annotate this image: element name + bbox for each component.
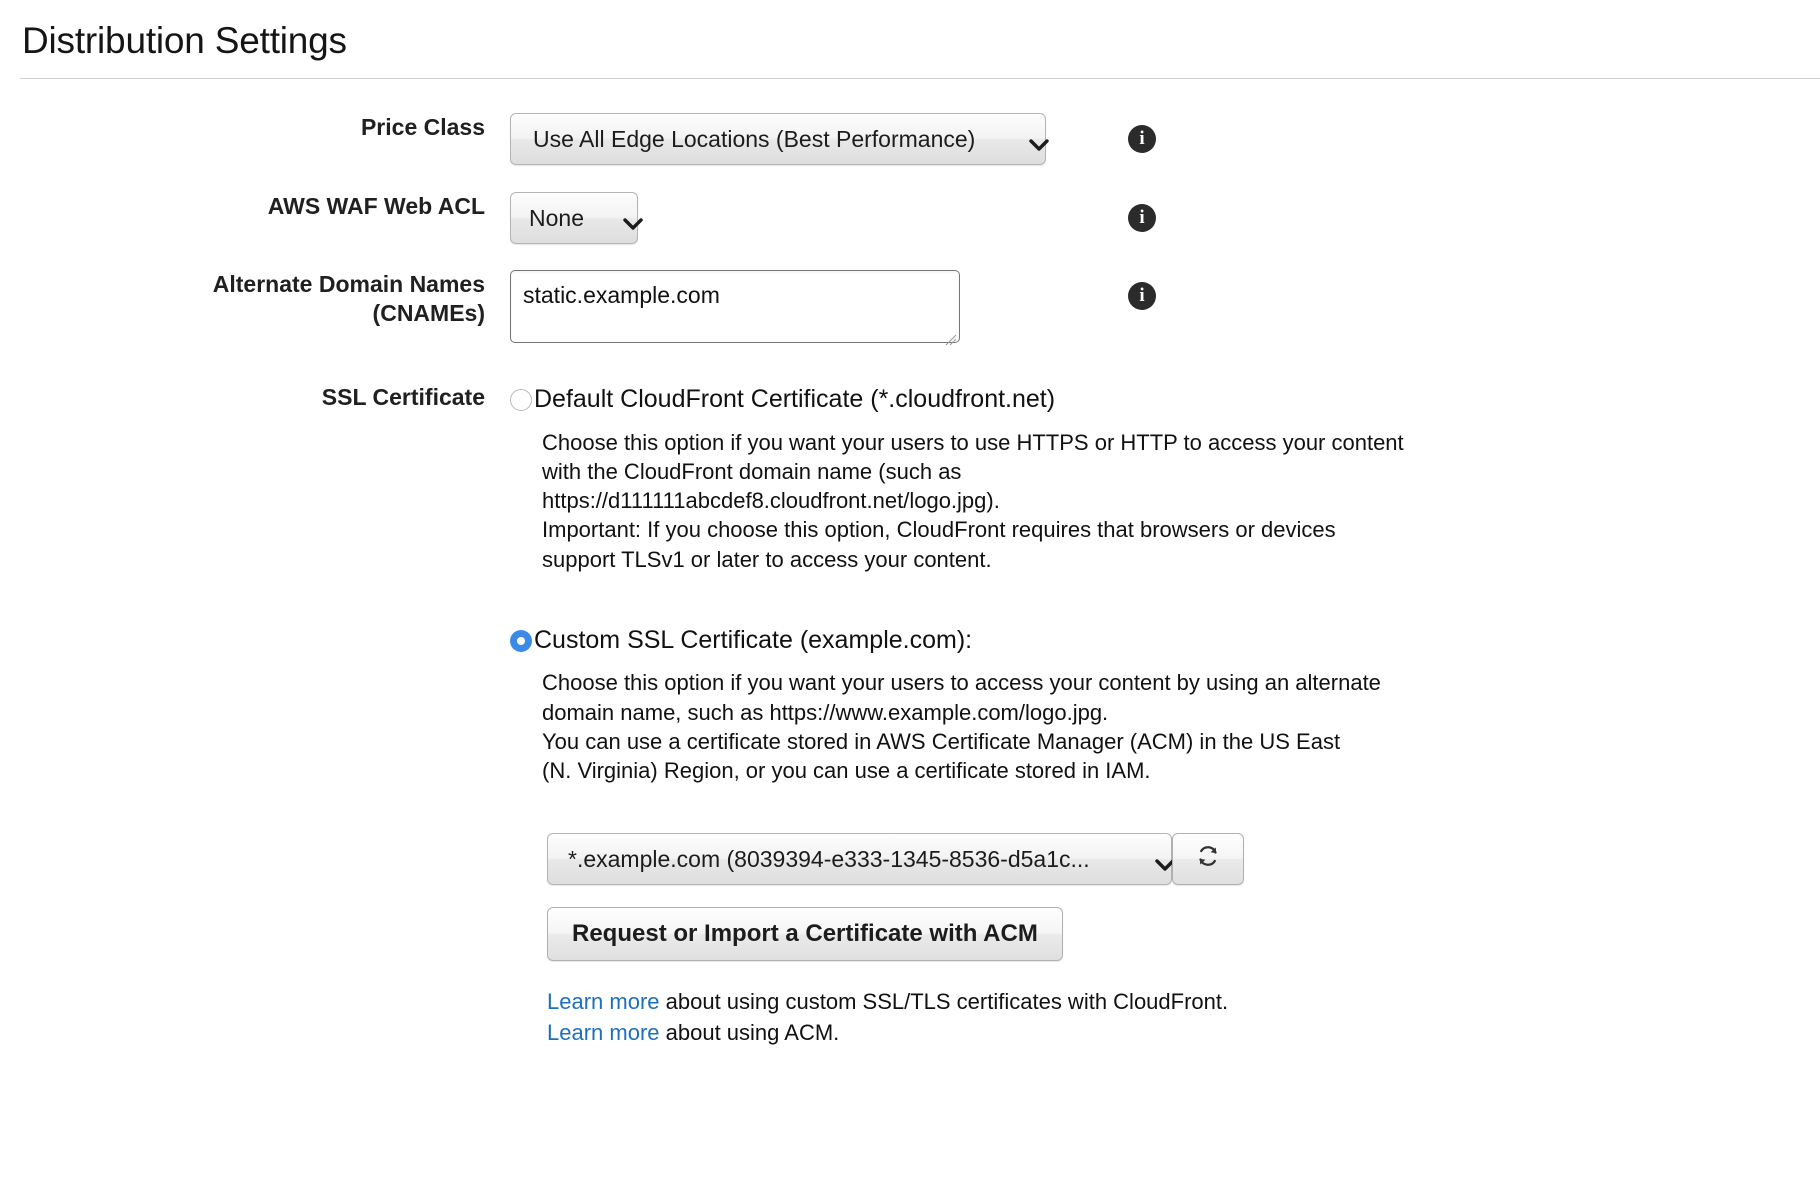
cnames-label-line2: (CNAMEs) xyxy=(372,300,485,327)
learn-more-line: Learn more about using ACM. xyxy=(547,1018,1820,1049)
default-certificate-radio[interactable] xyxy=(510,389,532,411)
waf-web-acl-select[interactable]: None xyxy=(510,192,643,244)
cnames-label: Alternate Domain Names (CNAMEs) xyxy=(0,270,510,329)
cnames-textarea[interactable] xyxy=(510,270,960,343)
price-class-label: Price Class xyxy=(360,114,485,140)
info-glyph: i xyxy=(1139,285,1145,306)
description-line: https://d111111abcdef8.cloudfront.net/lo… xyxy=(542,488,1000,513)
certificate-select-value: *.example.com (8039394-e333-1345-8536-d5… xyxy=(568,845,1090,872)
certificate-select[interactable]: *.example.com (8039394-e333-1345-8536-d5… xyxy=(547,833,1175,886)
default-certificate-option[interactable]: Default CloudFront Certificate (*.cloudf… xyxy=(510,383,1820,416)
learn-more-text-ssl: about using custom SSL/TLS certificates … xyxy=(659,989,1229,1015)
refresh-certificates-button[interactable] xyxy=(1172,833,1244,886)
cnames-label-line1: Alternate Domain Names xyxy=(212,271,485,297)
learn-more-link-acm[interactable]: Learn more xyxy=(547,1020,660,1045)
waf-web-acl-label: AWS WAF Web ACL xyxy=(267,193,485,219)
waf-web-acl-row: AWS WAF Web ACL None i xyxy=(0,192,1820,244)
page-title: Distribution Settings xyxy=(22,20,347,61)
cnames-textarea-wrap xyxy=(510,270,960,348)
price-class-select-value: Use All Edge Locations (Best Performance… xyxy=(533,125,976,152)
cnames-field: i xyxy=(510,270,1820,348)
learn-more-links: Learn more about using custom SSL/TLS ce… xyxy=(547,987,1820,1049)
custom-certificate-description: Choose this option if you want your user… xyxy=(542,668,1582,785)
learn-more-link-ssl[interactable]: Learn more xyxy=(547,989,660,1014)
price-class-info-icon[interactable]: i xyxy=(1128,125,1156,153)
description-line: You can use a certificate stored in AWS … xyxy=(542,728,1341,754)
request-import-certificate-button[interactable]: Request or Import a Certificate with ACM xyxy=(547,907,1063,962)
info-glyph: i xyxy=(1139,207,1145,228)
custom-certificate-label: Custom SSL Certificate (example.com): xyxy=(534,625,973,654)
learn-more-text-acm: about using ACM. xyxy=(659,1020,840,1046)
ssl-certificate-label: SSL Certificate xyxy=(321,384,485,410)
ssl-certificate-field: Default CloudFront Certificate (*.cloudf… xyxy=(510,383,1820,1049)
settings-form: Price Class Use All Edge Locations (Best… xyxy=(0,79,1820,1049)
description-line: Choose this option if you want your user… xyxy=(542,670,1381,696)
description-line: with the CloudFront domain name (such as xyxy=(542,458,962,484)
price-class-select[interactable]: Use All Edge Locations (Best Performance… xyxy=(510,113,1049,165)
description-line: Choose this option if you want your user… xyxy=(542,429,1404,455)
default-certificate-description: Choose this option if you want your user… xyxy=(542,428,1582,574)
acm-button-row: Request or Import a Certificate with ACM xyxy=(547,907,1820,962)
default-certificate-label: Default CloudFront Certificate (*.cloudf… xyxy=(534,385,1056,413)
description-line: Important: If you choose this option, Cl… xyxy=(542,517,1336,543)
cnames-row: Alternate Domain Names (CNAMEs) i xyxy=(0,270,1820,348)
custom-certificate-option[interactable]: Custom SSL Certificate (example.com): xyxy=(510,624,1820,657)
refresh-icon xyxy=(1195,843,1221,876)
learn-more-line: Learn more about using custom SSL/TLS ce… xyxy=(547,987,1820,1018)
description-line: support TLSv1 or later to access your co… xyxy=(542,546,992,572)
description-line: domain name, such as https://www.example… xyxy=(542,699,1109,725)
waf-web-acl-select-value: None xyxy=(529,204,584,231)
price-class-row: Price Class Use All Edge Locations (Best… xyxy=(0,113,1820,165)
distribution-settings-page: Distribution Settings Price Class Use Al… xyxy=(0,0,1820,1196)
price-class-field: Use All Edge Locations (Best Performance… xyxy=(510,113,1820,165)
ssl-certificate-row: SSL Certificate Default CloudFront Certi… xyxy=(0,383,1820,1049)
waf-web-acl-field: None i xyxy=(510,192,1820,244)
cnames-info-icon[interactable]: i xyxy=(1128,282,1156,310)
description-line: (N. Virginia) Region, or you can use a c… xyxy=(542,758,1151,783)
waf-web-acl-info-icon[interactable]: i xyxy=(1128,204,1156,232)
info-glyph: i xyxy=(1139,128,1145,149)
certificate-picker-row: *.example.com (8039394-e333-1345-8536-d5… xyxy=(547,833,1820,886)
custom-certificate-radio[interactable] xyxy=(510,629,532,652)
